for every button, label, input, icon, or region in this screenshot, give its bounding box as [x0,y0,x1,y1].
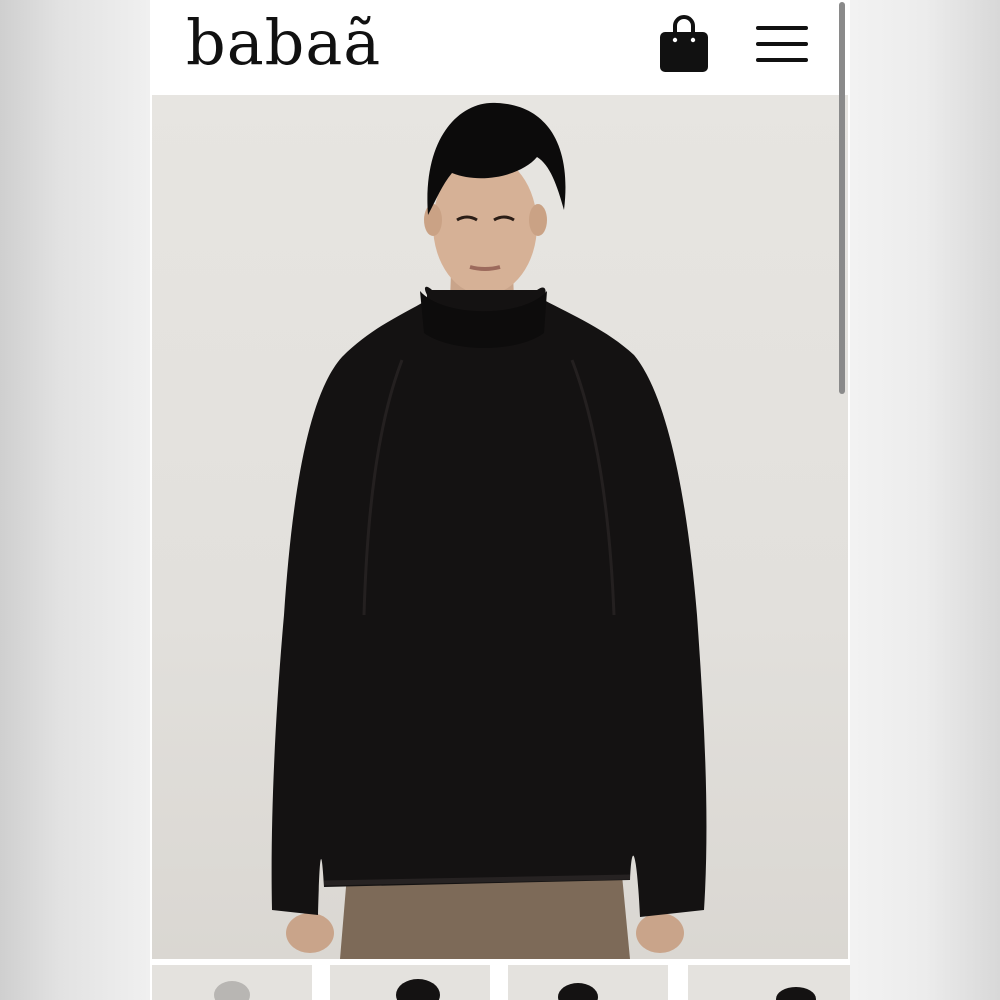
thumbnail-strip [150,965,850,1000]
brand-logo[interactable]: babaã [186,6,381,79]
thumbnail-1[interactable] [152,965,312,1000]
product-hero-image[interactable] [152,95,848,959]
shopping-bag-icon[interactable] [656,14,712,74]
thumbnail-3[interactable] [508,965,668,1000]
hamburger-menu-icon[interactable] [754,22,810,66]
skirt-shape [340,875,630,959]
site-header: babaã [150,0,850,94]
thumbnail-4[interactable] [688,965,850,1000]
mobile-page: babaã [150,0,850,1000]
backdrop-left [0,0,150,1000]
thumbnail-2[interactable] [330,965,490,1000]
model-photo [271,102,707,959]
scrollbar[interactable] [839,2,845,394]
backdrop-right [850,0,1000,1000]
sweater-shape [271,286,707,918]
